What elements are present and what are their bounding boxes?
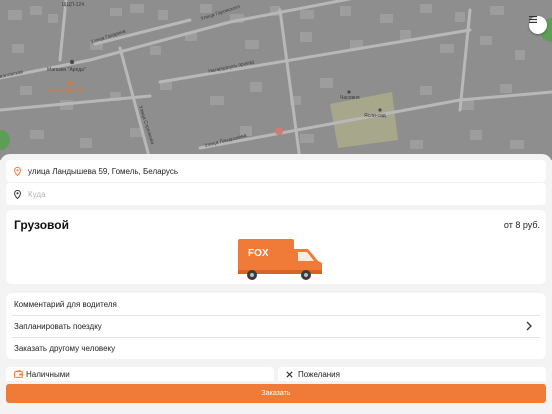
map-label-street: ЩЦП-124 [62, 2, 84, 8]
wallet-icon [14, 370, 23, 378]
truck-logo-text: FOX [248, 248, 269, 259]
payment-method-label: Наличными [26, 369, 70, 379]
map-canvas [0, 0, 552, 160]
from-address-text: улица Ландышева 59, Гомель, Беларусь [28, 166, 178, 176]
schedule-trip-label: Запланировать поездку [14, 321, 102, 331]
location-pin-icon [6, 189, 28, 199]
order-for-other-label: Заказать другому человеку [14, 343, 116, 353]
tariff-card[interactable]: Грузовой от 8 руб. FOX [6, 210, 546, 284]
order-sheet: улица Ландышева 59, Гомель, Беларусь Куд… [0, 154, 552, 414]
map-view[interactable]: ЩЦП-124 Улица Гагарина Улица Гаровского … [0, 0, 552, 160]
order-for-other-option[interactable]: Заказать другому человеку [6, 337, 546, 359]
location-pin-icon [6, 166, 28, 176]
order-button[interactable]: Заказать [6, 384, 546, 403]
schedule-trip-option[interactable]: Запланировать поездку [6, 315, 546, 337]
wishes-button[interactable]: Пожелания [278, 367, 546, 381]
close-x-icon [286, 370, 293, 378]
driver-comment-option[interactable]: Комментарий для водителя [6, 293, 546, 315]
chevron-right-icon [526, 321, 532, 331]
payment-method-selector[interactable]: Наличными [6, 367, 274, 381]
from-address-field[interactable]: улица Ландышева 59, Гомель, Беларусь [6, 160, 546, 182]
map-label-pharmacy: Аптека "Тризол" [46, 88, 84, 94]
wishes-label: Пожелания [298, 369, 340, 379]
driver-comment-label: Комментарий для водителя [14, 299, 117, 309]
map-label-shop: Магазин "Ареда" [47, 67, 86, 73]
cargo-truck-image: FOX [238, 239, 322, 280]
map-label-chapel: Часовня [340, 95, 360, 101]
hamburger-menu-icon [529, 16, 537, 23]
tariff-name: Грузовой [14, 218, 69, 232]
tariff-price: от 8 руб. [503, 220, 540, 230]
map-menu-button[interactable] [529, 16, 547, 34]
map-label-kindergarten: Ясли-сад [364, 113, 386, 119]
to-address-field[interactable]: Куда [6, 183, 546, 205]
to-address-placeholder: Куда [28, 189, 46, 199]
options-card: Комментарий для водителя Запланировать п… [6, 293, 546, 359]
